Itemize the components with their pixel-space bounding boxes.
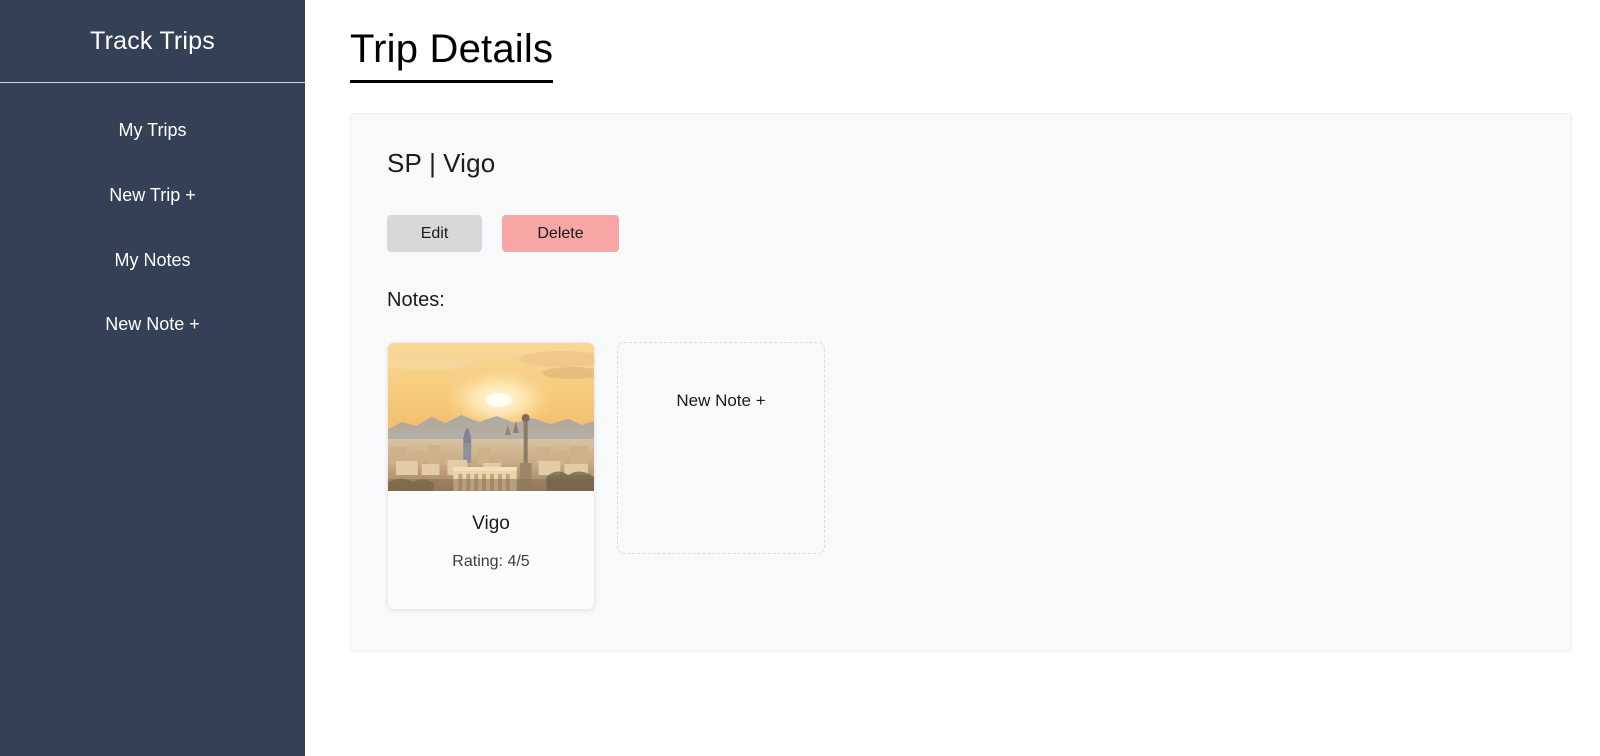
notes-list: Vigo Rating: 4/5 New Note +	[387, 342, 1533, 611]
new-note-card-label: New Note +	[676, 391, 766, 411]
sidebar-nav: My Trips New Trip + My Notes New Note +	[0, 83, 305, 347]
trip-heading-separator: |	[429, 148, 437, 178]
new-note-card[interactable]: New Note +	[617, 342, 825, 555]
note-thumbnail-image	[388, 343, 594, 492]
sidebar-item-new-note[interactable]: New Note +	[0, 303, 305, 347]
trip-details-panel: SP | Vigo Edit Delete Notes: Vigo Rating…	[350, 113, 1572, 652]
trip-country-code: SP	[387, 148, 423, 178]
sidebar: Track Trips My Trips New Trip + My Notes…	[0, 0, 305, 756]
note-card-body: Vigo Rating: 4/5	[388, 491, 594, 571]
sidebar-item-new-trip[interactable]: New Trip +	[0, 174, 305, 218]
trip-city-name: Vigo	[443, 148, 496, 178]
main-content: Trip Details SP | Vigo Edit Delete Notes:	[305, 0, 1600, 756]
page-title: Trip Details	[350, 26, 554, 83]
notes-section-label: Notes:	[387, 289, 445, 312]
note-card[interactable]: Vigo Rating: 4/5	[387, 342, 595, 611]
trip-heading: SP | Vigo	[387, 148, 1533, 179]
delete-button[interactable]: Delete	[502, 215, 619, 253]
edit-button[interactable]: Edit	[387, 215, 482, 253]
app-root: Track Trips My Trips New Trip + My Notes…	[0, 0, 1600, 756]
note-rating: Rating: 4/5	[452, 552, 530, 570]
trip-actions: Edit Delete	[387, 215, 1533, 253]
sidebar-brand: Track Trips	[0, 0, 305, 83]
sidebar-item-my-notes[interactable]: My Notes	[0, 239, 305, 283]
sidebar-item-my-trips[interactable]: My Trips	[0, 109, 305, 153]
note-title: Vigo	[472, 513, 510, 535]
